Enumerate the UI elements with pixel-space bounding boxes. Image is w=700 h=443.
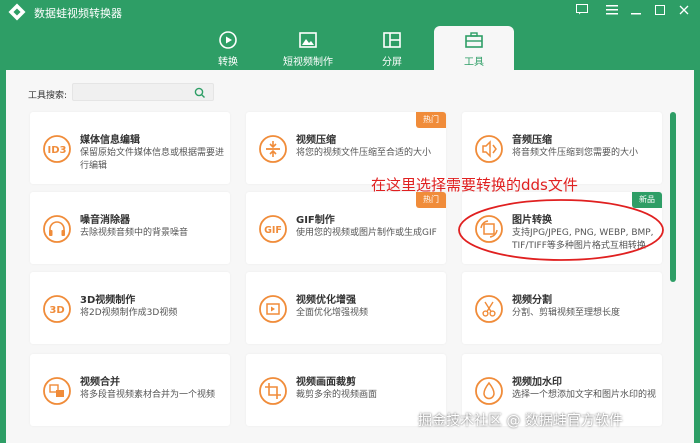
watermark-text: 掘金技术社区 @ 数据蛙官方软件 <box>418 413 623 429</box>
feedback-icon[interactable] <box>572 3 592 21</box>
crop-icon <box>259 377 287 405</box>
tool-card-video-merge[interactable]: 视频合并 将多段音视频素材合并为一个视频 <box>30 354 230 426</box>
compress-icon <box>259 135 287 163</box>
short-video-icon <box>299 32 317 48</box>
enhance-icon <box>259 295 287 323</box>
app-title: 数据蛙视频转换器 <box>34 7 122 20</box>
title-bar: 数据蛙视频转换器 <box>0 0 700 24</box>
watermark-drop-icon <box>475 377 503 405</box>
app-logo-icon <box>8 3 26 21</box>
merge-icon <box>43 377 71 405</box>
3d-icon: 3D <box>43 295 71 323</box>
search-icon[interactable] <box>194 87 206 99</box>
tool-card-3d-maker[interactable]: 3D 3D视频制作 将2D视频制作成3D视频 <box>30 272 230 344</box>
annotation-text: 在这里选择需要转换的dds文件 <box>371 176 578 194</box>
tool-card-noise-remover[interactable]: 噪音消除器 去除视频音频中的背景噪音 <box>30 192 230 264</box>
audio-compress-icon <box>475 135 503 163</box>
close-icon[interactable] <box>674 3 694 21</box>
id3-icon: ID3 <box>43 135 71 163</box>
svg-text:GIF: GIF <box>264 225 282 236</box>
headphones-icon <box>43 215 71 243</box>
tab-convert[interactable]: 转换 <box>188 30 268 70</box>
annotation-ellipse <box>458 199 664 261</box>
tool-card-video-enhance[interactable]: 视频优化增强 全面优化增强视频 <box>246 272 446 344</box>
svg-text:ID3: ID3 <box>48 145 67 156</box>
main-tabs: 转换 短视频制作 分屏 工具 <box>0 24 700 70</box>
search-label: 工具搜索: <box>28 91 68 101</box>
svg-text:3D: 3D <box>49 305 64 316</box>
scissors-icon <box>475 295 503 323</box>
tab-toolbox[interactable]: 工具 <box>434 26 514 70</box>
hot-badge: 热门 <box>416 112 446 128</box>
search-input[interactable] <box>72 83 214 101</box>
convert-icon <box>219 31 237 49</box>
toolbox-icon <box>465 32 483 48</box>
tab-short-video[interactable]: 短视频制作 <box>268 30 348 70</box>
scrollbar-thumb[interactable] <box>670 112 676 282</box>
maximize-icon[interactable] <box>650 3 670 21</box>
menu-icon[interactable] <box>602 3 622 21</box>
gif-icon: GIF <box>259 215 287 243</box>
tool-card-gif-maker[interactable]: GIF GIF制作 使用您的视频或图片制作或生成GIF 热门 <box>246 192 446 264</box>
split-screen-icon <box>383 32 401 48</box>
minimize-icon[interactable] <box>626 3 646 21</box>
tool-card-media-info[interactable]: ID3 媒体信息编辑 保留原始文件媒体信息或根据需要进行编辑 <box>30 112 230 184</box>
tool-card-video-split[interactable]: 视频分割 分割、剪辑视频至理想长度 <box>462 272 662 344</box>
tab-split-screen[interactable]: 分屏 <box>352 30 432 70</box>
tool-card-video-crop[interactable]: 视频画面裁剪 裁剪多余的视频画面 <box>246 354 446 426</box>
